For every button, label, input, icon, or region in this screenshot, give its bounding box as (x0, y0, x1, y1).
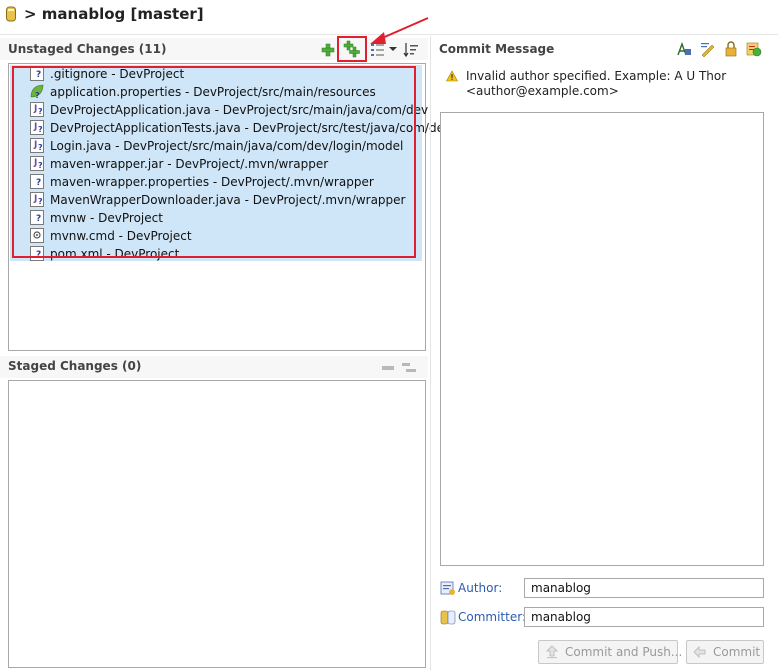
add-selected-icon[interactable] (320, 42, 336, 58)
commit-button[interactable]: Commit (686, 640, 764, 664)
unstage-all-icon[interactable] (401, 360, 417, 376)
staged-files-list[interactable] (8, 380, 426, 668)
committer-icon (440, 610, 456, 625)
warning-icon (446, 70, 458, 82)
repository-title: > manablog [master] (24, 5, 204, 23)
commit-and-push-label: Commit and Push... (565, 645, 683, 659)
add-all-icon[interactable] (343, 40, 361, 58)
format-text-icon[interactable] (700, 41, 716, 57)
committer-label: Committer: (458, 610, 526, 624)
commit-and-push-button[interactable]: Commit and Push... (538, 640, 682, 664)
commit-message-title: Commit Message (439, 42, 555, 56)
author-field[interactable]: manablog (524, 578, 764, 598)
unstage-selected-icon[interactable] (381, 360, 397, 376)
author-warning-example: <author@example.com> (466, 84, 619, 98)
spell-check-icon[interactable] (676, 41, 692, 57)
selected-files-annotation (12, 66, 416, 258)
author-icon (440, 581, 455, 595)
commit-message-textarea[interactable] (440, 112, 764, 566)
sign-off-icon[interactable] (723, 41, 739, 57)
pane-divider[interactable] (430, 36, 431, 670)
committer-field[interactable]: manablog (524, 607, 764, 627)
commit-icon (693, 646, 706, 658)
amend-icon[interactable] (746, 41, 762, 57)
unstaged-changes-title: Unstaged Changes (11) (8, 42, 167, 56)
staged-changes-title: Staged Changes (0) (8, 359, 142, 373)
commit-push-icon (546, 645, 558, 659)
author-warning-text: Invalid author specified. Example: A U T… (466, 69, 727, 83)
red-arrow-icon (370, 17, 429, 44)
commit-label: Commit (713, 645, 761, 659)
repository-icon (6, 6, 16, 22)
author-label: Author: (458, 581, 503, 595)
